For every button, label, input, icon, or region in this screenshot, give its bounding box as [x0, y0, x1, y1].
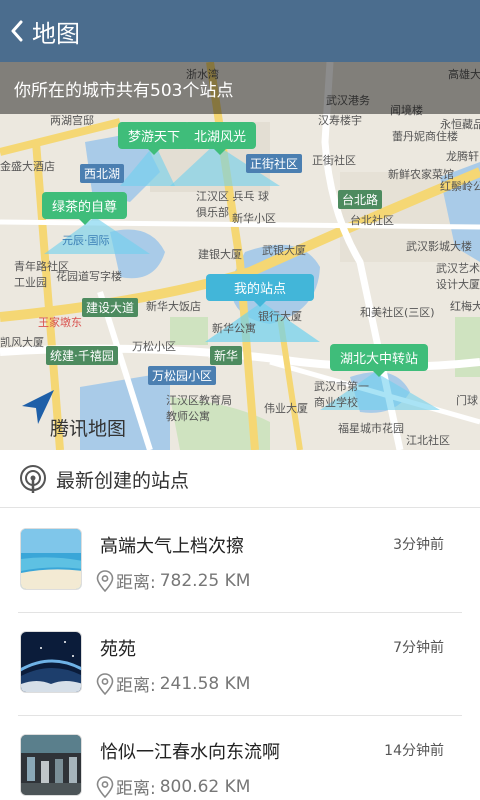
location-pin-icon: [96, 569, 114, 592]
distance-value: 800.62 KM: [159, 776, 251, 797]
station-pin-label: 湖北大中转站: [330, 344, 429, 377]
map-place: 武汉影城大楼: [406, 240, 472, 253]
page-title: 地图: [32, 19, 80, 48]
map-place: 龙腾轩: [446, 150, 479, 163]
map-place: 正街社区: [246, 154, 303, 173]
distance-label: 距离:: [116, 573, 156, 593]
map-place: 汉寿楼宇: [318, 114, 362, 127]
station-time: 14分钟前: [384, 743, 444, 759]
location-pin-icon: [96, 775, 114, 798]
station-count-text: 你所在的城市共有503个站点: [14, 81, 234, 101]
map-place: 红鬃岭公: [440, 180, 480, 193]
map-place: 永恒藏品: [440, 118, 480, 131]
location-pin-icon: [96, 672, 114, 695]
station-distance: 距离: 800.62 KM: [96, 774, 250, 799]
station-thumbnail: [20, 528, 82, 590]
station-pin-label: 梦游天下: [118, 122, 191, 155]
back-button[interactable]: [4, 0, 30, 62]
list-item[interactable]: 恰似一江春水向东流啊 14分钟前 距离: 800.62 KM: [0, 716, 480, 800]
station-pin-label: 绿茶的自尊: [42, 192, 128, 225]
station-distance: 距离: 241.58 KM: [96, 671, 250, 696]
map-place: 新华公寓: [212, 322, 256, 335]
map-place: 武汉市第一 商业学校: [314, 380, 369, 409]
map-place: 正街社区: [312, 154, 356, 167]
road-label: 建设大道: [82, 298, 139, 317]
map-place: 元辰·国际: [62, 234, 110, 247]
map-place: 武银大厦: [262, 244, 306, 257]
road-label: 统建·千禧园: [46, 346, 118, 365]
map-place: 江北社区: [406, 434, 450, 447]
map-place: 福星城市花园: [338, 422, 404, 435]
station-title: 高端大气上档次擦: [100, 536, 244, 557]
map-place: 伟业大厦: [264, 402, 308, 415]
section-title: 最新创建的站点: [56, 469, 190, 492]
map-place: 武汉艺术 设计大厦: [436, 262, 480, 291]
my-station-pin[interactable]: 我的站点: [206, 274, 314, 307]
station-pin[interactable]: 梦游天下: [118, 122, 191, 155]
map-place: 王家墩东: [38, 316, 82, 329]
chevron-left-icon: [11, 20, 23, 42]
station-count-banner: 你所在的城市共有503个站点: [0, 62, 480, 114]
map-place: 江汉区教育局 教师公寓: [166, 394, 232, 423]
station-pin-label: 北湖风光: [184, 122, 257, 155]
road-label: 西北湖: [80, 164, 125, 183]
map-view[interactable]: 浙水湾 高雄大厦 武汉港务 闻境楼 两湖宫邸 汉寿楼宇 蕾丹妮商住楼 龙腾轩 永…: [0, 62, 480, 450]
station-pin[interactable]: 湖北大中转站: [330, 344, 429, 377]
map-place: 红梅大: [450, 300, 480, 313]
distance-value: 782.25 KM: [159, 570, 251, 591]
app-header: 地图: [0, 0, 480, 62]
map-place: 建银大厦: [198, 248, 242, 261]
map-place: 凯风大厦: [0, 336, 44, 349]
map-place: 新华大饭店: [146, 300, 201, 313]
station-pin-label: 我的站点: [206, 274, 314, 307]
distance-label: 距离:: [116, 676, 156, 696]
station-thumbnail: [20, 734, 82, 796]
road-label: 门球: [456, 394, 478, 407]
station-time: 7分钟前: [393, 640, 444, 656]
map-logo: 腾讯地图: [50, 418, 127, 440]
distance-value: 241.58 KM: [159, 673, 251, 694]
map-place: 台北社区: [350, 214, 394, 227]
broadcast-icon: [20, 465, 46, 493]
station-title: 苑苑: [100, 639, 136, 660]
station-time: 3分钟前: [393, 537, 444, 553]
station-pin[interactable]: 北湖风光: [184, 122, 257, 155]
map-place: 万松小区: [132, 340, 176, 353]
road-label: 台北路: [338, 190, 383, 209]
map-place: 金盛大酒店: [0, 160, 55, 173]
list-item[interactable]: 高端大气上档次擦 3分钟前 距离: 782.25 KM: [0, 510, 480, 614]
map-place: 新华小区: [232, 212, 276, 225]
map-place: 两湖宫邸: [50, 114, 94, 127]
station-distance: 距离: 782.25 KM: [96, 568, 250, 593]
map-place: 和美社区(三区): [360, 306, 435, 319]
map-place: 花园道写字楼: [56, 270, 122, 283]
station-thumbnail: [20, 631, 82, 693]
station-title: 恰似一江春水向东流啊: [100, 742, 280, 763]
section-header: 最新创建的站点: [0, 450, 480, 508]
road-label: 新华: [210, 346, 243, 365]
map-place: 银行大厦: [258, 310, 302, 323]
station-pin[interactable]: 绿茶的自尊: [42, 192, 128, 225]
distance-label: 距离:: [116, 779, 156, 799]
list-item[interactable]: 苑苑 7分钟前 距离: 241.58 KM: [0, 613, 480, 717]
road-label: 万松园小区: [148, 366, 217, 385]
